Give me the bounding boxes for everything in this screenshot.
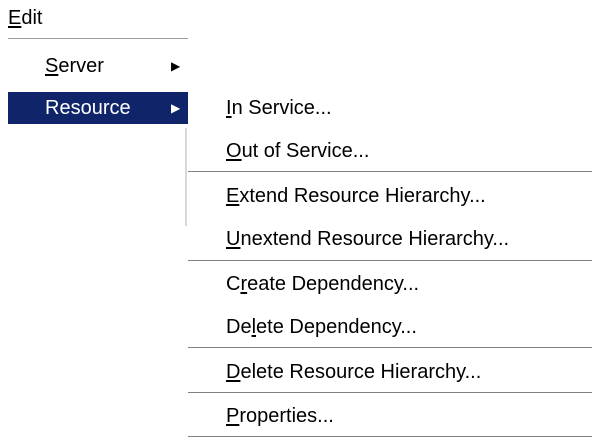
menu-edit-label-post: dit: [21, 7, 43, 29]
submenu-item-label: Unextend Resource Hierarchy...: [226, 221, 509, 257]
label-mnemonic: D: [226, 361, 241, 383]
submenu-item-delete-dependency[interactable]: Delete Dependency...: [188, 309, 592, 345]
label-post: ut of Service...: [241, 140, 370, 162]
submenu-separator: [188, 260, 592, 262]
submenu-item-label: Delete Resource Hierarchy...: [226, 354, 481, 390]
submenu-item-in-service[interactable]: In Service...: [188, 90, 592, 126]
menu-edit[interactable]: Edit: [8, 6, 42, 30]
submenu-separator: [188, 392, 592, 394]
label-post: nextend Resource Hierarchy...: [240, 228, 510, 250]
submenu-item-label: In Service...: [226, 90, 332, 126]
submenu-item-label: Delete Dependency...: [226, 309, 417, 345]
label-post: n Service...: [231, 97, 332, 119]
screen: Edit Server ▶ Resource ▶ In Service... O…: [0, 0, 597, 442]
submenu-arrow-icon: ▶: [171, 59, 181, 73]
submenu-item-unextend-hierarchy[interactable]: Unextend Resource Hierarchy...: [188, 221, 592, 257]
label-pre: C: [226, 273, 241, 295]
menubar-divider: [8, 38, 188, 40]
menu-item-server[interactable]: Server ▶: [8, 50, 188, 82]
submenu-item-label: Properties...: [226, 398, 334, 434]
label-mnemonic: O: [226, 140, 242, 162]
menu-item-resource-label: Resource: [45, 92, 131, 124]
menu-item-resource[interactable]: Resource ▶: [8, 92, 188, 124]
label-mnemonic: S: [45, 55, 59, 77]
submenu-bottom-border: [188, 436, 592, 438]
submenu-item-label: Extend Resource Hierarchy...: [226, 178, 486, 214]
label-post: xtend Resource Hierarchy...: [239, 185, 486, 207]
label-post: eate Dependency...: [247, 273, 420, 295]
menu-edit-mnemonic: E: [8, 7, 22, 29]
submenu-item-properties[interactable]: Properties...: [188, 398, 592, 434]
submenu-separator: [188, 171, 592, 173]
label-post: erver: [58, 55, 104, 77]
menu-item-server-label: Server: [45, 50, 104, 82]
submenu-item-extend-hierarchy[interactable]: Extend Resource Hierarchy...: [188, 178, 592, 214]
label-pre: De: [226, 316, 252, 338]
edit-dropdown: Server ▶ Resource ▶: [8, 42, 188, 226]
submenu-item-label: Out of Service...: [226, 133, 369, 169]
label-pre: Resource: [45, 97, 131, 119]
resource-submenu: In Service... Out of Service... Extend R…: [188, 88, 592, 440]
submenu-separator: [188, 347, 592, 349]
submenu-item-delete-hierarchy[interactable]: Delete Resource Hierarchy...: [188, 354, 592, 390]
submenu-item-out-of-service[interactable]: Out of Service...: [188, 133, 592, 169]
submenu-item-create-dependency[interactable]: Create Dependency...: [188, 266, 592, 302]
label-mnemonic: E: [226, 185, 240, 207]
label-mnemonic: P: [226, 405, 240, 427]
label-post: elete Resource Hierarchy...: [240, 361, 482, 383]
label-post: roperties...: [239, 405, 334, 427]
dropdown-edge-shadow: [185, 128, 187, 226]
submenu-item-label: Create Dependency...: [226, 266, 419, 302]
label-post: ete Dependency...: [256, 316, 417, 338]
label-mnemonic: U: [226, 228, 241, 250]
submenu-arrow-icon: ▶: [171, 101, 181, 115]
